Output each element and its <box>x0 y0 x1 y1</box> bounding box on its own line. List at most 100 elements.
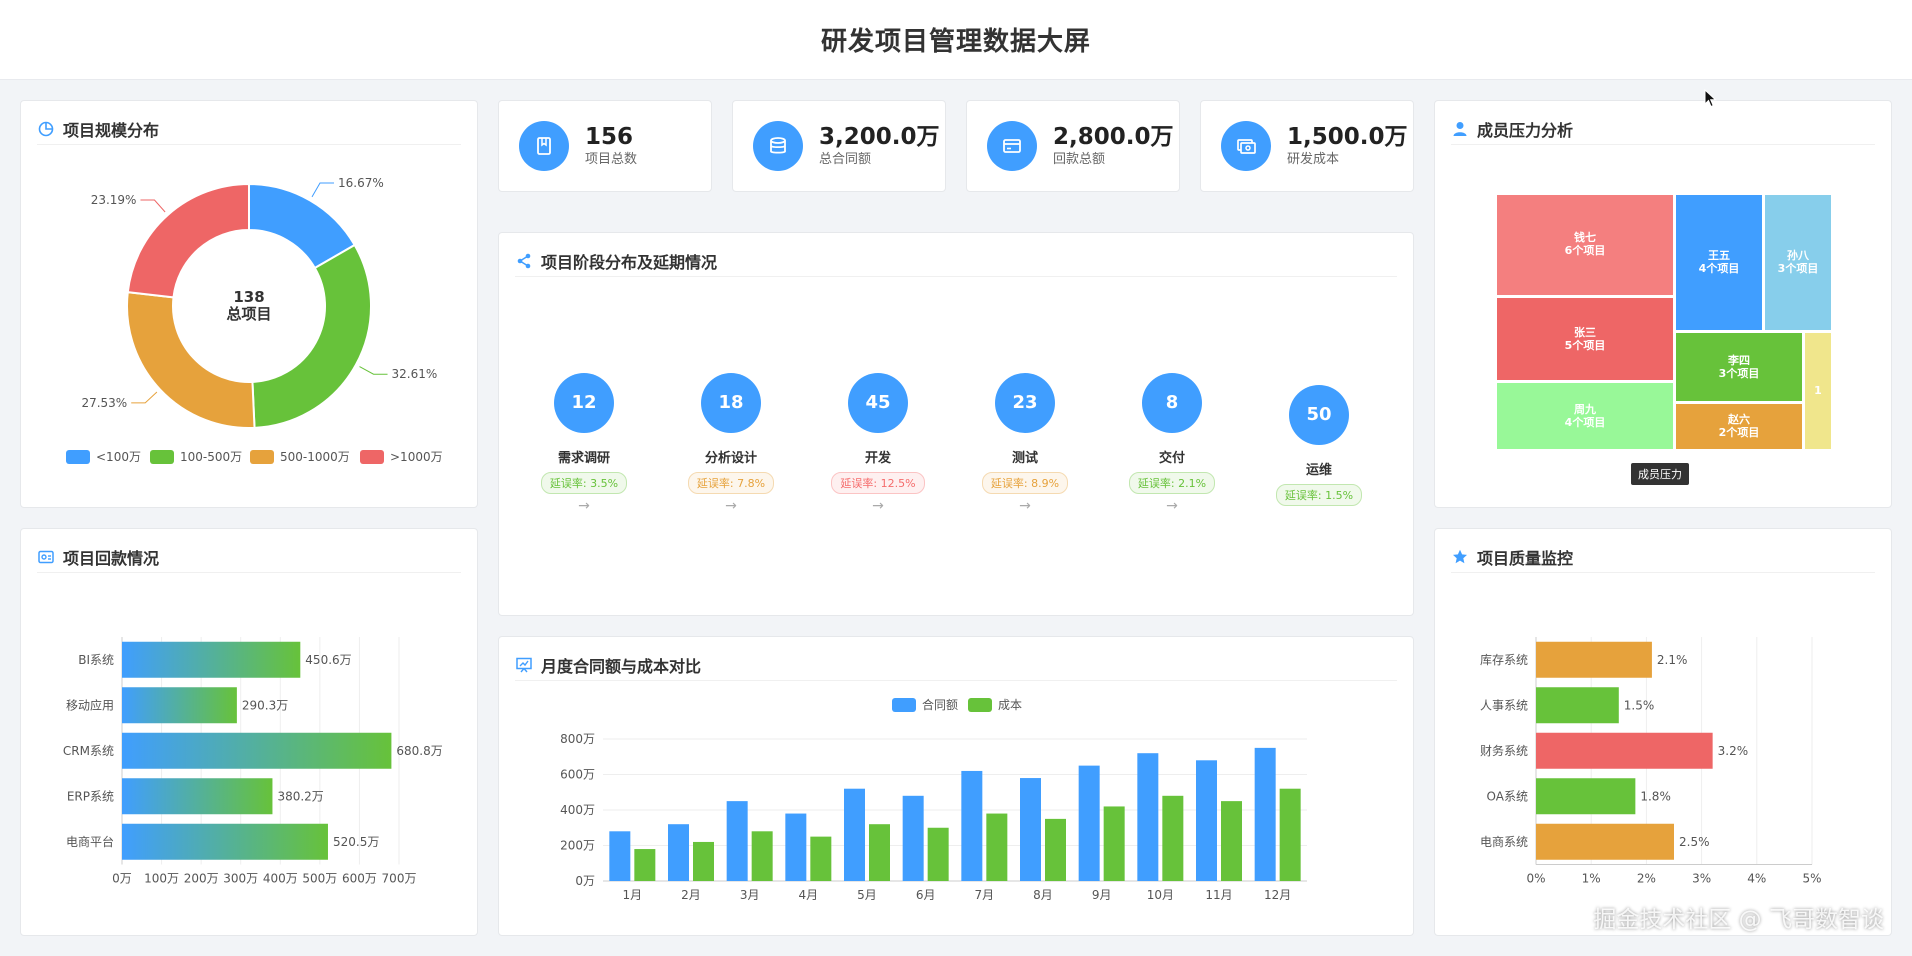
treemap-cell[interactable]: 钱七 6个项目 <box>1497 195 1673 295</box>
treemap-projects: 5个项目 <box>1564 339 1606 352</box>
x-tick-label: 3% <box>1692 872 1711 886</box>
x-tick-label: 8月 <box>1033 888 1053 902</box>
cost-bar <box>1221 801 1242 881</box>
stage-count: 8 <box>1142 373 1202 433</box>
x-tick-label: 0% <box>1526 872 1545 886</box>
legend-swatch <box>968 698 992 712</box>
x-tick-label: 10月 <box>1147 888 1174 902</box>
cost-bar <box>927 827 949 881</box>
stage-count: 23 <box>995 373 1055 433</box>
treemap-cell[interactable]: 赵六 2个项目 <box>1676 404 1802 449</box>
stage-count: 45 <box>848 373 908 433</box>
stage-name: 交付 <box>1158 451 1185 466</box>
x-tick-label: 2月 <box>681 888 701 902</box>
treemap-member: 王五 <box>1708 249 1730 262</box>
treemap-member: 钱七 <box>1574 231 1596 244</box>
stage-item[interactable]: 8 交付 延误率: 2.1% → <box>1117 373 1227 514</box>
treemap-cell[interactable]: 1 <box>1805 333 1831 449</box>
star-icon <box>1451 548 1469 566</box>
contract-bar <box>844 788 865 881</box>
treemap-member: 孙八 <box>1787 249 1809 262</box>
stage-item[interactable]: 23 测试 延误率: 8.9% → <box>970 373 1080 514</box>
arrow-right-icon: → <box>1166 498 1178 514</box>
monthly-card: 月度合同额与成本对比 0万 200万 400万 600万 800万 1月 2月 3月 4月 5月 6… <box>498 636 1414 936</box>
legend-swatch <box>360 450 384 464</box>
stat-card-cost: 1,500.0万 研发成本 <box>1200 100 1414 192</box>
scale-title-text: 项目规模分布 <box>63 120 160 140</box>
y-tick-label: 400万 <box>560 803 595 817</box>
payment-title-text: 项目回款情况 <box>63 548 160 568</box>
bar-value-label: 380.2万 <box>277 789 323 803</box>
pie-chart-icon <box>37 120 55 138</box>
legend-swatch <box>250 450 274 464</box>
treemap-cell[interactable]: 张三 5个项目 <box>1497 298 1673 380</box>
contract-bar <box>1196 760 1217 881</box>
quality-bar-chart: 0% 1% 2% 3% 4% 5% 库存系统 2.1% 人事系统 1.5% 财务系统 3.2% OA系统… <box>1480 637 1822 886</box>
contract-bar <box>609 831 631 881</box>
legend-swatch <box>150 450 174 464</box>
stages-card: 项目阶段分布及延期情况 12 需求调研 延误率: 3.5% → 18 分析设计 延误率: 7… <box>498 232 1414 616</box>
page-header: 研发项目管理数据大屏 <box>0 0 1912 80</box>
treemap-projects: 1 <box>1814 384 1822 397</box>
y-tick-label: 600万 <box>560 768 595 782</box>
stage-item[interactable]: 50 运维 延误率: 1.5% <box>1264 385 1374 506</box>
x-tick-label: 3月 <box>740 888 760 902</box>
database-icon <box>753 121 803 171</box>
cost-bar <box>634 849 656 881</box>
bar-value-label: 290.3万 <box>242 698 288 712</box>
contract-bar <box>668 824 689 881</box>
stat-value: 2,800.0万 <box>1053 124 1174 150</box>
quality-bar <box>1536 641 1652 678</box>
x-tick-label: 500万 <box>302 872 337 886</box>
x-tick-label: 0万 <box>112 872 132 886</box>
contract-bar <box>1078 765 1100 881</box>
donut-slice-label: 16.67% <box>338 176 384 190</box>
contract-bar <box>1254 747 1276 881</box>
treemap-member: 李四 <box>1728 354 1750 367</box>
cost-bar <box>1162 795 1184 881</box>
bar-value-label: 450.6万 <box>305 653 351 667</box>
y-category-label: 电商系统 <box>1480 834 1528 849</box>
x-tick-label: 600万 <box>342 872 377 886</box>
legend-label: 100-500万 <box>180 450 242 464</box>
x-tick-label: 4月 <box>799 888 819 902</box>
y-category-label: BI系统 <box>78 653 114 667</box>
stage-name: 测试 <box>1011 451 1038 466</box>
bar-value-label: 3.2% <box>1718 744 1749 758</box>
legend-label: 500-1000万 <box>280 450 350 464</box>
donut-label-line <box>131 391 158 404</box>
presentation-chart-icon <box>515 656 533 674</box>
payment-card-title: 项目回款情况 <box>37 541 461 573</box>
bar-value-label: 2.1% <box>1657 653 1688 667</box>
arrow-right-icon: → <box>872 498 884 514</box>
cost-bar <box>693 841 714 881</box>
donut-slice-label: 27.53% <box>81 396 127 410</box>
stage-item[interactable]: 18 分析设计 延误率: 7.8% → <box>676 373 786 514</box>
cost-bar <box>986 813 1008 881</box>
quality-card-title: 项目质量监控 <box>1451 541 1875 573</box>
page-title: 研发项目管理数据大屏 <box>820 27 1091 57</box>
legend-swatch <box>892 698 916 712</box>
bar-value-label: 1.5% <box>1624 698 1655 712</box>
stage-name: 开发 <box>864 451 891 466</box>
arrow-right-icon: → <box>578 498 590 514</box>
treemap-cell[interactable]: 李四 3个项目 <box>1676 333 1802 401</box>
stat-card-projects: 156 项目总数 <box>498 100 712 192</box>
scale-donut-chart: 16.67% 32.61% 27.53% 23.19% 138总项目 <100万 100-5… <box>66 176 443 464</box>
stage-name: 运维 <box>1305 463 1332 478</box>
treemap-cell[interactable]: 周九 4个项目 <box>1497 383 1673 449</box>
payment-bar <box>122 732 392 769</box>
quality-card: 项目质量监控 0% 1% 2% 3% 4% 5% 库存系统 2.1% 人事系统 1.5% 财务系统 3… <box>1434 528 1892 936</box>
contract-bar <box>785 813 807 881</box>
stage-name: 需求调研 <box>557 451 610 466</box>
treemap-projects: 3个项目 <box>1777 262 1819 275</box>
donut-label-line <box>359 366 388 375</box>
stage-item[interactable]: 45 开发 延误率: 12.5% → <box>823 373 933 514</box>
stage-item[interactable]: 12 需求调研 延误率: 3.5% → <box>529 373 639 514</box>
treemap-cell[interactable]: 孙八 3个项目 <box>1765 195 1831 330</box>
stat-label: 项目总数 <box>585 152 638 167</box>
treemap-member: 赵六 <box>1728 413 1750 426</box>
mouse-cursor-icon <box>1704 88 1718 113</box>
treemap-cell[interactable]: 王五 4个项目 <box>1676 195 1762 330</box>
payment-card: 项目回款情况 0万 100万 200万 300万 400万 500万 600万 700万 BI系… <box>20 528 478 936</box>
